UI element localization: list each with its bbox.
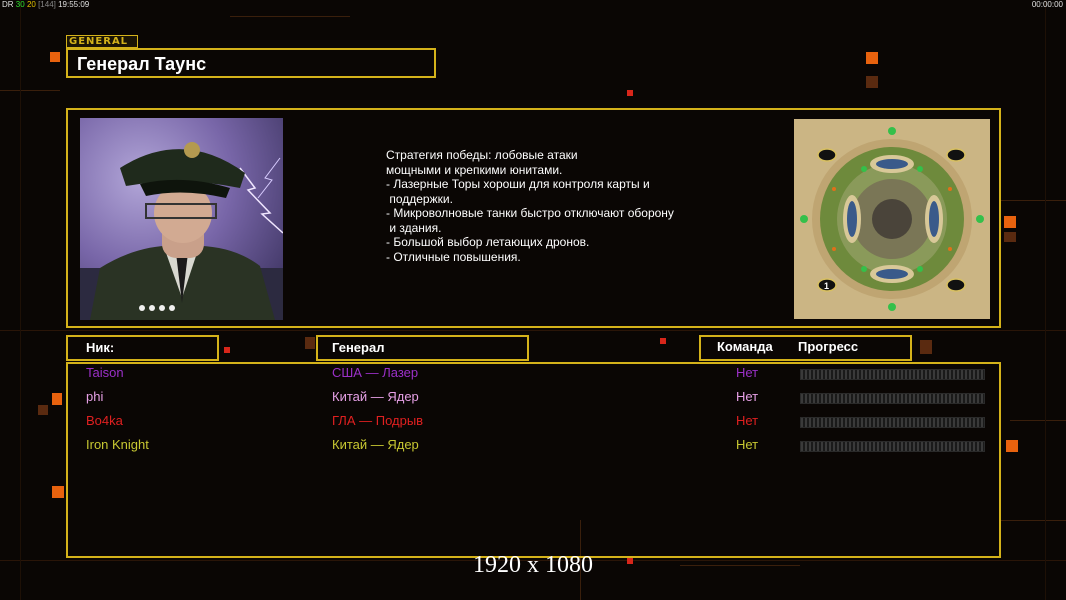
player-team[interactable]: Нет (736, 413, 758, 428)
general-header-box: Генерал (316, 335, 529, 361)
resolution-label: 1920 x 1080 (473, 552, 593, 578)
player-nick: Bo4ka (86, 413, 123, 428)
player-row[interactable]: Iron Knight Китай — Ядер Нет (0, 437, 1066, 457)
player-general[interactable]: США — Лазер (332, 365, 418, 380)
player-general[interactable]: ГЛА — Подрыв (332, 413, 423, 428)
player-general[interactable]: Китай — Ядер (332, 389, 419, 404)
player-general[interactable]: Китай — Ядер (332, 437, 419, 452)
map-preview[interactable]: 1 (794, 119, 990, 319)
player-nick: Taison (86, 365, 124, 380)
player-row[interactable]: phi Китай — Ядер Нет (0, 389, 1066, 409)
hud-timer: 00:00:00 (1031, 0, 1063, 9)
player-team[interactable]: Нет (736, 437, 758, 452)
general-portrait-image (80, 118, 283, 320)
strategy-line: - Отличные повышения. (386, 249, 521, 264)
general-tag: GENERAL (66, 35, 138, 48)
player-row[interactable]: Taison США — Лазер Нет (0, 365, 1066, 385)
strategy-line: Стратегия победы: лобовые атаки (386, 148, 578, 162)
team-progress-header-box: Команда Прогресс (699, 335, 912, 361)
player-progress-bar (800, 441, 985, 452)
strategy-line: - Микроволновые танки быстро отключают о… (386, 206, 674, 220)
strategy-line: и здания. (386, 220, 442, 235)
player-row[interactable]: Bo4ka ГЛА — Подрыв Нет (0, 413, 1066, 433)
strategy-line: поддержки. (386, 191, 453, 206)
general-title-box: Генерал Таунс (66, 48, 436, 78)
nick-header: Ник: (86, 340, 115, 355)
hud-prefix: DR (2, 0, 14, 9)
hud-stats: DR 30 20 [144] 19:55:09 (2, 0, 89, 9)
hud-value-green: 30 (15, 0, 25, 9)
map-preview-image: 1 (794, 119, 990, 319)
player-team[interactable]: Нет (736, 365, 758, 380)
strategy-description: Стратегия победы: лобовые атаки мощными … (386, 148, 674, 264)
player-team[interactable]: Нет (736, 389, 758, 404)
map-start-marker: 1 (824, 281, 829, 291)
strategy-line: мощными и крепкими юнитами. (386, 162, 563, 177)
player-nick: Iron Knight (86, 437, 149, 452)
general-name: Генерал Таунс (77, 54, 207, 74)
team-header: Команда (717, 339, 773, 354)
player-progress-bar (800, 393, 985, 404)
hud-clock: 19:55:09 (58, 0, 90, 9)
player-progress-bar (800, 417, 985, 428)
strategy-line: - Лазерные Торы хороши для контроля карт… (386, 177, 650, 191)
player-nick: phi (86, 389, 104, 404)
general-portrait (80, 118, 283, 320)
nick-header-box: Ник: (66, 335, 219, 361)
strategy-line: - Большой выбор летающих дронов. (386, 235, 590, 249)
general-header: Генерал (332, 340, 385, 355)
hud-value-gray: [144] (38, 0, 56, 9)
hud-value-yellow: 20 (26, 0, 36, 9)
player-progress-bar (800, 369, 985, 380)
progress-header: Прогресс (798, 339, 859, 354)
